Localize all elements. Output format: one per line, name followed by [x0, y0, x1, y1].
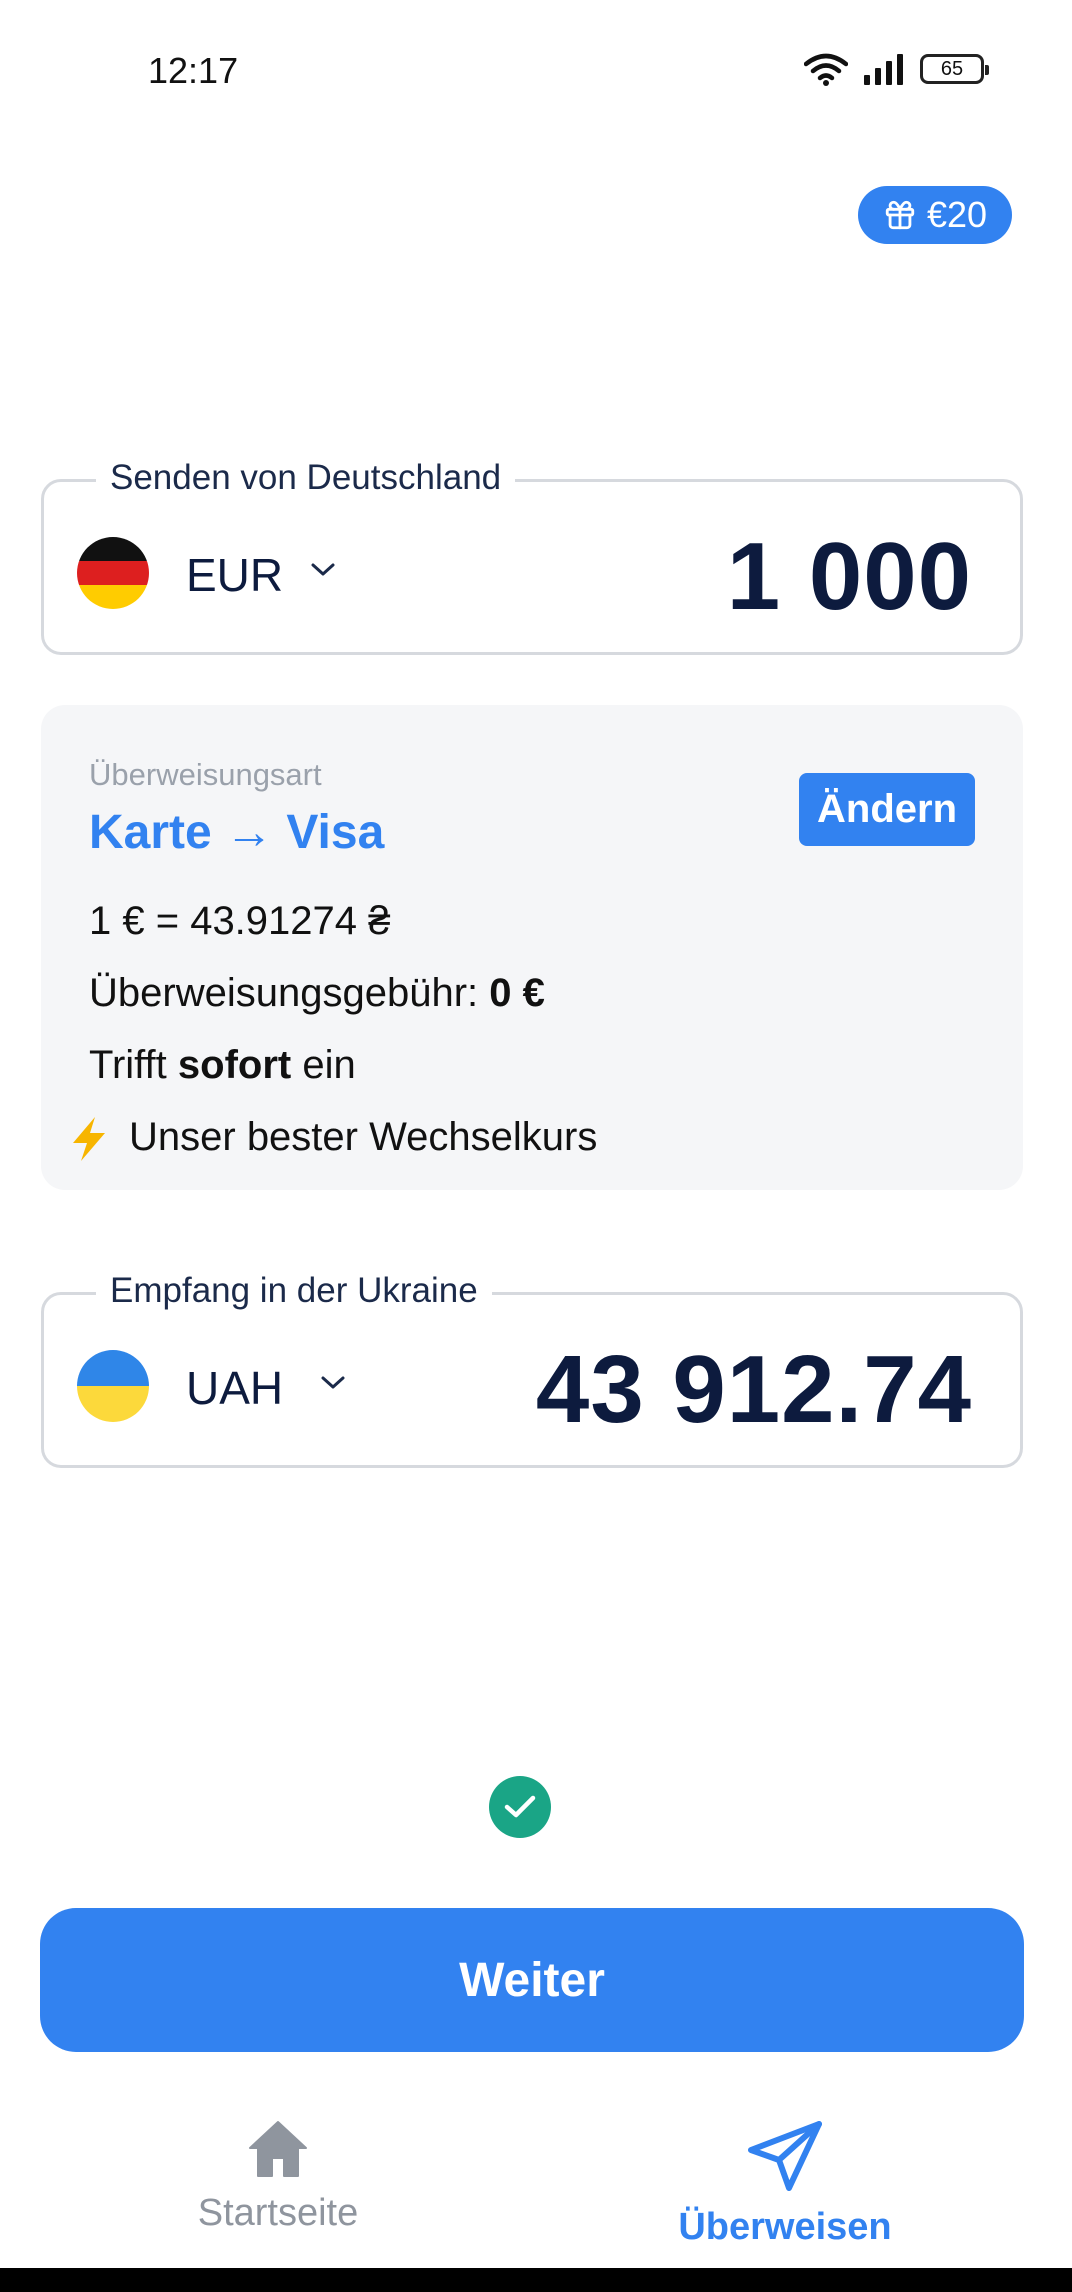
exchange-rate: 1 € = 43.91274 ₴ — [89, 899, 391, 943]
chevron-down-icon[interactable] — [310, 562, 336, 578]
system-bottom-bar — [0, 2268, 1072, 2292]
ukraine-flag-icon — [77, 1350, 149, 1422]
wifi-icon — [804, 53, 848, 86]
nav-transfer[interactable]: Überweisen — [655, 2120, 915, 2249]
send-amount-box[interactable]: Senden von Deutschland EUR 1 000 — [41, 458, 1023, 655]
nav-home-label: Startseite — [197, 2192, 359, 2234]
nav-home[interactable]: Startseite — [148, 2120, 408, 2235]
receive-label: Empfang in der Ukraine — [96, 1271, 492, 1311]
send-paper-plane-icon — [748, 2121, 822, 2191]
best-rate-note: Unser bester Wechselkurs — [129, 1115, 598, 1159]
receive-amount-box[interactable]: Empfang in der Ukraine UAH 43 912.74 — [41, 1271, 1023, 1468]
send-amount-input[interactable]: 1 000 — [727, 522, 972, 632]
signal-icon — [864, 54, 903, 85]
status-time: 12:17 — [148, 50, 239, 91]
nav-transfer-label: Überweisen — [678, 2206, 892, 2248]
continue-button[interactable]: Weiter — [40, 1908, 1024, 2052]
transfer-details-card: Überweisungsart Karte → Visa Ändern 1 € … — [41, 705, 1023, 1190]
fee-label: Überweisungsgebühr: — [89, 971, 479, 1015]
chevron-down-icon[interactable] — [320, 1375, 346, 1391]
send-label: Senden von Deutschland — [96, 458, 516, 498]
arrival-speed: sofort — [177, 1043, 292, 1087]
receive-amount-value[interactable]: 43 912.74 — [536, 1335, 972, 1445]
receive-currency-select[interactable]: UAH — [186, 1361, 283, 1415]
battery-icon: 65 — [920, 54, 989, 84]
status-icons: 65 — [804, 52, 989, 86]
gift-amount: €20 — [926, 194, 988, 235]
arrival-time: Trifft sofort ein — [89, 1043, 356, 1088]
germany-flag-icon — [77, 537, 149, 609]
transfer-type-value: Karte → Visa — [89, 806, 385, 859]
status-bar: 12:17 65 — [0, 0, 1072, 140]
send-currency-select[interactable]: EUR — [186, 548, 283, 602]
success-check-icon — [489, 1776, 551, 1838]
lightning-icon — [73, 1117, 105, 1161]
arrival-suffix: ein — [302, 1043, 356, 1087]
gift-icon — [885, 200, 915, 230]
transfer-fee: Überweisungsgebühr: 0 € — [89, 971, 545, 1016]
change-transfer-type-button[interactable]: Ändern — [799, 773, 975, 846]
gift-bonus-badge[interactable]: €20 — [858, 186, 1012, 244]
fee-value: 0 € — [489, 971, 545, 1015]
transfer-type-label: Überweisungsart — [89, 757, 322, 792]
arrival-prefix: Trifft — [89, 1043, 167, 1087]
home-icon — [249, 2121, 307, 2177]
